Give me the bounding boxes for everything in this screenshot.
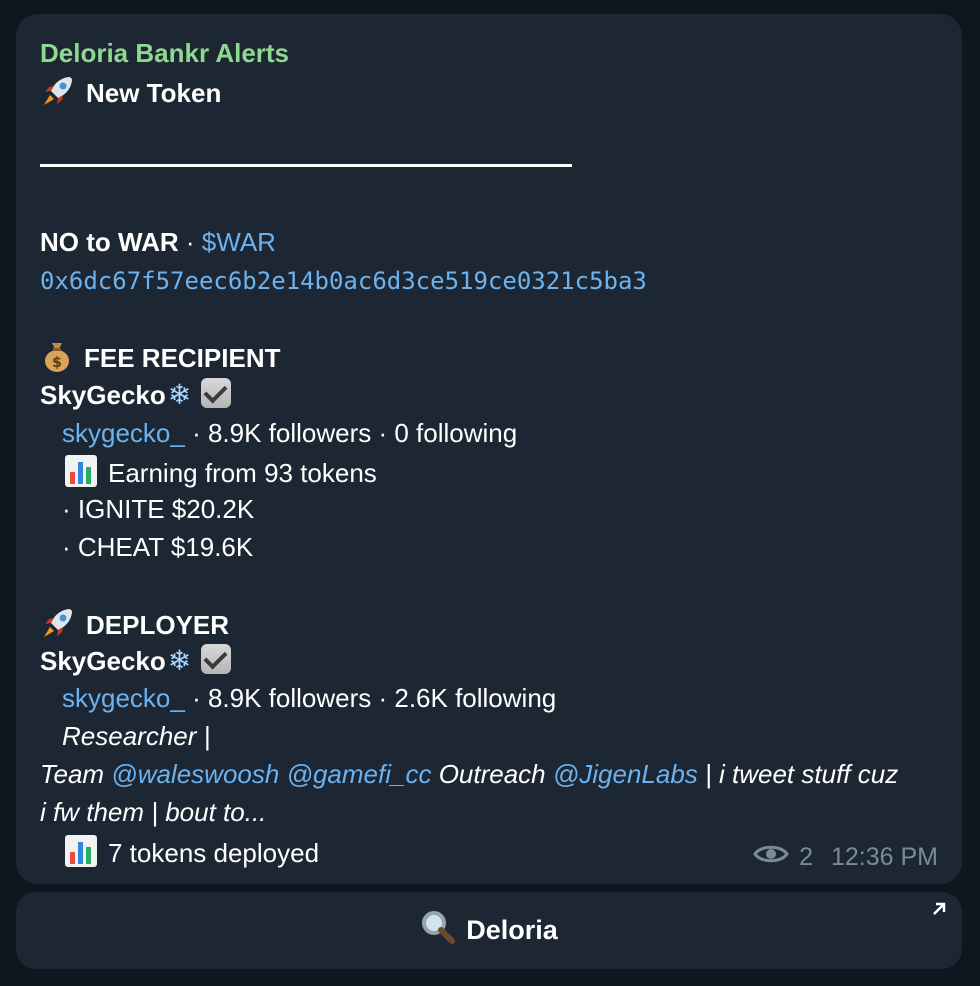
fee-name-text: SkyGecko [40,380,166,410]
mention-gamefi[interactable]: @gamefi_cc [287,759,432,789]
message-meta: 2 12:36 PM [753,843,938,872]
deployer-title-text: DEPLOYER [86,609,230,640]
snowflake-icon: ❄ [167,379,192,410]
deployer-stats: · 8.9K followers · 2.6K following [184,683,557,713]
deployer-count-line: 7 tokens deployed [64,834,319,876]
token-line: NO to WAR · $WAR [40,225,276,259]
header-line: New Token [40,73,221,117]
mention-jigenlabs[interactable]: @JigenLabs [553,759,698,789]
deployer-bio-line3: i fw them | bout to... [40,797,267,827]
bio-mid-text: Outreach [431,759,553,789]
fee-section-title: $ FEE RECIPIENT [40,339,280,381]
deployer-bio-line1: Researcher | [62,721,211,751]
fee-earning-line: Earning from 93 tokens [64,454,377,496]
fee-recipient-name: SkyGecko❄ [40,378,232,412]
fee-item-cheat: · CHEAT $19.6K [62,532,254,562]
divider [40,164,572,167]
token-ticker-link[interactable]: $WAR [202,227,276,257]
checkbox-icon [201,378,232,408]
token-name: NO to WAR [40,227,179,257]
deployer-handle-link[interactable]: skygecko_ [62,683,185,713]
fee-stats: · 8.9K followers · 0 following [184,418,518,448]
svg-text:$: $ [52,355,62,371]
bar-chart-icon [64,454,98,496]
view-count: 2 [799,843,813,871]
deployer-name-text: SkyGecko [40,646,166,676]
rocket-icon [40,73,76,117]
fee-title-text: FEE RECIPIENT [84,342,281,373]
deloria-button-label: Deloria [466,915,558,945]
checkbox-icon [201,644,232,674]
bio-team-text: Team [40,759,112,789]
eye-icon [753,843,789,872]
fee-item-ignite: · IGNITE $20.2K [62,494,255,524]
contract-address[interactable]: 0x6dc67f57eec6b2e14b0ac6d3ce519ce0321c5b… [40,264,647,298]
deloria-button[interactable]: Deloria [16,892,962,969]
deployer-section-title: DEPLOYER [40,605,229,649]
deployer-name: SkyGecko❄ [40,644,232,678]
message-time: 12:36 PM [830,843,938,871]
rocket-icon [40,605,76,649]
header-title: New Token [86,77,222,108]
fee-handle-link[interactable]: skygecko_ [62,418,185,448]
bar-chart-icon [64,834,98,876]
deployed-text: 7 tokens deployed [108,837,320,868]
external-arrow-icon [930,900,948,924]
deployer-profile-line: skygecko_ · 8.9K followers · 2.6K follow… [62,681,556,715]
money-bag-icon: $ [40,339,74,381]
deployer-bio-line2: Team @waleswoosh @gamefi_cc Outreach @Ji… [40,757,898,791]
magnifier-icon [420,909,456,952]
token-separator: · [185,227,195,257]
sender-name[interactable]: Deloria Bankr Alerts [40,36,289,70]
mention-waleswoosh[interactable]: @waleswoosh [111,759,279,789]
fee-profile-line: skygecko_ · 8.9K followers · 0 following [62,416,517,450]
bio-tail-text: | i tweet stuff cuz [697,759,899,789]
fee-earning-text: Earning from 93 tokens [108,457,377,488]
snowflake-icon: ❄ [167,645,192,676]
